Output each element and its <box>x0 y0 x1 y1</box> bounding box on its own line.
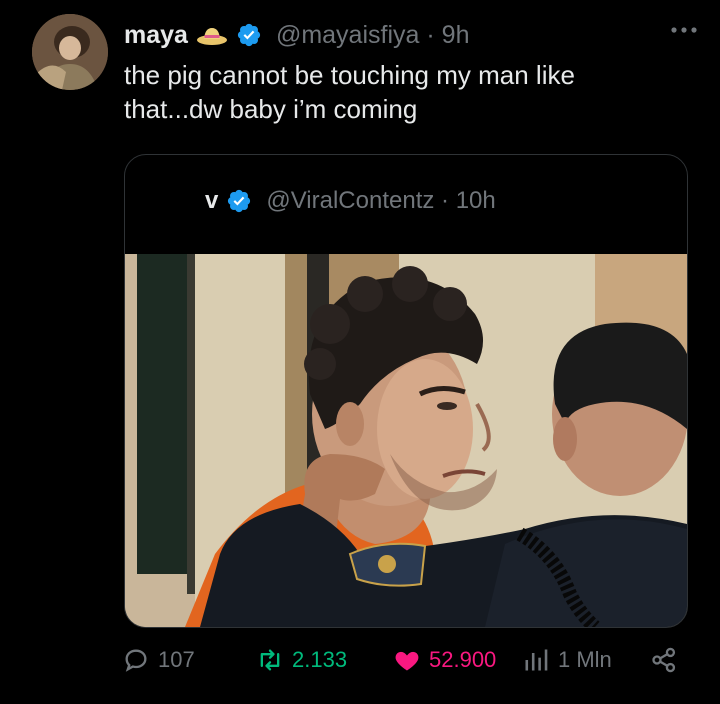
more-options-icon[interactable] <box>668 18 700 42</box>
reply-count: 107 <box>158 647 195 672</box>
views-chart-icon <box>525 649 548 671</box>
share-button[interactable] <box>650 640 678 680</box>
views-count: 1 Mln <box>558 647 612 672</box>
share-icon <box>652 647 676 673</box>
quoted-author-handle[interactable]: @ViralContentz · 10h <box>266 187 495 215</box>
tweet-header: maya @mayaisfiya · 9h <box>124 20 469 50</box>
quoted-tweet-photo[interactable] <box>125 254 687 627</box>
quoted-author-name[interactable]: v <box>205 187 218 215</box>
straw-hat-icon <box>196 28 227 45</box>
time-separator: · <box>426 20 435 49</box>
reply-icon <box>125 649 147 672</box>
tweet-text: the pig cannot be touching my man like t… <box>124 58 684 126</box>
like-button[interactable]: 52.900 <box>393 640 496 680</box>
time-separator: · <box>441 187 450 214</box>
tweet-text-line-1: the pig cannot be touching my man like <box>124 60 575 90</box>
like-count: 52.900 <box>429 647 497 672</box>
tweet-text-line-2: that...dw baby i’m coming <box>124 94 418 124</box>
views-button[interactable]: 1 Mln <box>522 640 612 680</box>
verified-badge-icon <box>228 189 251 213</box>
reply-button[interactable]: 107 <box>122 640 195 680</box>
retweet-button[interactable]: 2.133 <box>256 640 347 680</box>
retweet-icon <box>260 649 280 671</box>
author-name[interactable]: maya <box>124 21 188 50</box>
tweet-time[interactable]: 9h <box>442 21 470 49</box>
tweet-actions: 107 2.133 52.900 1 Mln <box>0 640 720 680</box>
heart-icon <box>395 651 419 671</box>
author-avatar[interactable] <box>32 14 108 90</box>
quoted-tweet-header: v @ViralContentz · 10h <box>205 187 496 215</box>
quoted-tweet[interactable]: v @ViralContentz · 10h <box>124 154 688 628</box>
verified-badge-icon <box>237 23 261 47</box>
avatar-image <box>32 14 108 90</box>
retweet-count: 2.133 <box>292 647 348 672</box>
quoted-tweet-time[interactable]: 10h <box>456 187 496 214</box>
author-handle[interactable]: @mayaisfiya · 9h <box>276 21 470 50</box>
